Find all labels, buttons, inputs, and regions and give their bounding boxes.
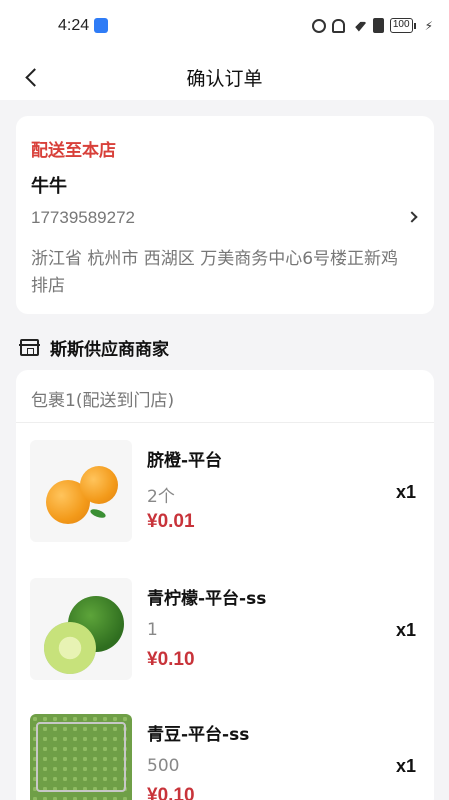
nav-bar: 确认订单: [0, 54, 449, 100]
list-item[interactable]: 青柠檬-平台-ss 1 ¥0.10 x1: [16, 578, 434, 688]
product-quantity: x1: [395, 620, 416, 640]
status-icons: 100 ⚡: [311, 18, 433, 33]
address-card[interactable]: 配送至本店 牛牛 17739589272 浙江省 杭州市 西湖区 万美商务中心6…: [16, 116, 434, 314]
list-item[interactable]: 脐橙-平台 2个 ¥0.01 x1: [16, 440, 434, 550]
recipient-address: 浙江省 杭州市 西湖区 万美商务中心6号楼正新鸡排店: [31, 249, 399, 296]
product-image-orange[interactable]: [30, 440, 132, 542]
product-name: 青豆-平台-ss: [147, 725, 250, 745]
alarm-icon: [311, 18, 326, 33]
recipient-phone: 17739589272: [31, 208, 136, 227]
page-title: 确认订单: [186, 68, 263, 90]
store-name: 斯斯供应商商家: [50, 339, 169, 360]
product-quantity: x1: [395, 756, 416, 776]
product-spec: 500: [147, 756, 180, 776]
product-name: 脐橙-平台: [147, 451, 223, 471]
delivery-label: 配送至本店: [31, 141, 116, 161]
store-header: 斯斯供应商商家: [19, 334, 169, 360]
status-bar: 4:24 100 ⚡: [0, 0, 449, 54]
shield-icon: [94, 18, 108, 33]
product-price: ¥0.10: [147, 785, 195, 800]
charging-icon: ⚡: [424, 18, 433, 33]
product-name: 青柠檬-平台-ss: [147, 589, 267, 609]
package-card: 包裹1(配送到门店) 脐橙-平台 2个 ¥0.01 x1 青柠檬-平台-ss 1…: [16, 370, 434, 800]
product-spec: 2个: [147, 487, 175, 507]
list-item[interactable]: 青豆-平台-ss 500 ¥0.10 x1: [16, 714, 434, 800]
divider: [16, 422, 434, 423]
product-quantity: x1: [395, 482, 416, 502]
battery-level: 100: [389, 18, 413, 33]
product-spec: 1: [147, 620, 158, 640]
wifi-icon: [350, 21, 367, 32]
recipient-name: 牛牛: [31, 176, 67, 197]
product-image-lime[interactable]: [30, 578, 132, 680]
mute-icon: [331, 18, 345, 33]
battery-icon: 100: [389, 18, 416, 33]
store-icon: [19, 338, 40, 356]
status-time: 4:24: [58, 17, 90, 34]
product-price: ¥0.10: [147, 649, 195, 670]
product-image-green-peas[interactable]: [30, 714, 132, 800]
product-price: ¥0.01: [147, 511, 195, 532]
chevron-right-icon[interactable]: [406, 211, 418, 223]
sim-icon: [372, 18, 384, 33]
package-title: 包裹1(配送到门店): [31, 391, 175, 411]
